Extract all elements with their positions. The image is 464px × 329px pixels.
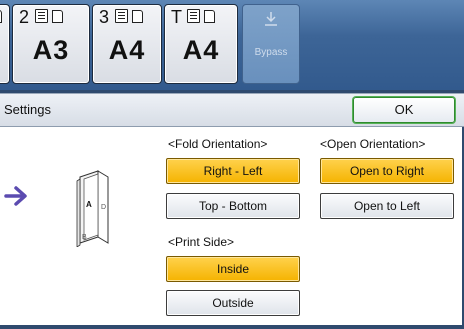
tray-button-2[interactable]: 2 A3 (12, 4, 90, 84)
tray-paper-size: A3 (32, 35, 70, 65)
tray-paper-size: A4 (108, 35, 146, 65)
paper-stack-icon (35, 9, 48, 23)
paper-stack-icon (187, 9, 200, 23)
paper-stack-icon (115, 9, 128, 23)
bypass-tray-button[interactable]: Bypass (242, 4, 300, 84)
tray-number: 2 (19, 7, 30, 27)
bypass-label: Bypass (254, 47, 288, 58)
tray-paper-size: A4 (182, 35, 220, 65)
page-label-d: D (101, 204, 106, 211)
tray-button-t[interactable]: T A4 (164, 4, 238, 84)
doc-icon (204, 10, 215, 23)
settings-header: Settings OK (0, 93, 464, 127)
open-orientation-label: <Open Orientation> (320, 137, 426, 151)
tray-icons (115, 9, 143, 23)
tray-number: T (171, 7, 182, 27)
fold-top-bottom-button[interactable]: Top - Bottom (166, 193, 300, 219)
tray-number: 3 (99, 7, 110, 27)
screen: 2 A3 3 A4 T A4 Bypass Settings OK A D B … (0, 0, 464, 329)
doc-icon (132, 10, 143, 23)
ok-button[interactable]: OK (353, 97, 455, 123)
tray-button-3[interactable]: 3 A4 (92, 4, 162, 84)
page-title: Settings (4, 102, 51, 117)
bypass-tray-icon (243, 11, 299, 30)
tray-icons (187, 9, 215, 23)
print-inside-button[interactable]: Inside (166, 256, 300, 282)
open-to-right-button[interactable]: Open to Right (320, 158, 454, 184)
tray-icons (35, 9, 63, 23)
page-label-b: B (82, 234, 87, 241)
tray-button-1[interactable] (0, 4, 10, 84)
fold-right-left-button[interactable]: Right - Left (166, 158, 300, 184)
doc-icon (0, 10, 2, 23)
settings-panel: A D B <Fold Orientation> Right - Left To… (0, 127, 464, 325)
print-side-label: <Print Side> (168, 235, 235, 249)
fold-orientation-label: <Fold Orientation> (168, 137, 268, 151)
arrow-right-icon (4, 181, 30, 215)
print-outside-button[interactable]: Outside (166, 290, 300, 316)
paper-tray-strip: 2 A3 3 A4 T A4 Bypass (0, 0, 464, 90)
folded-booklet-icon: A D B (76, 170, 109, 247)
page-label-a: A (86, 200, 92, 209)
tray-icons (0, 9, 2, 23)
open-to-left-button[interactable]: Open to Left (320, 193, 454, 219)
doc-icon (52, 10, 63, 23)
